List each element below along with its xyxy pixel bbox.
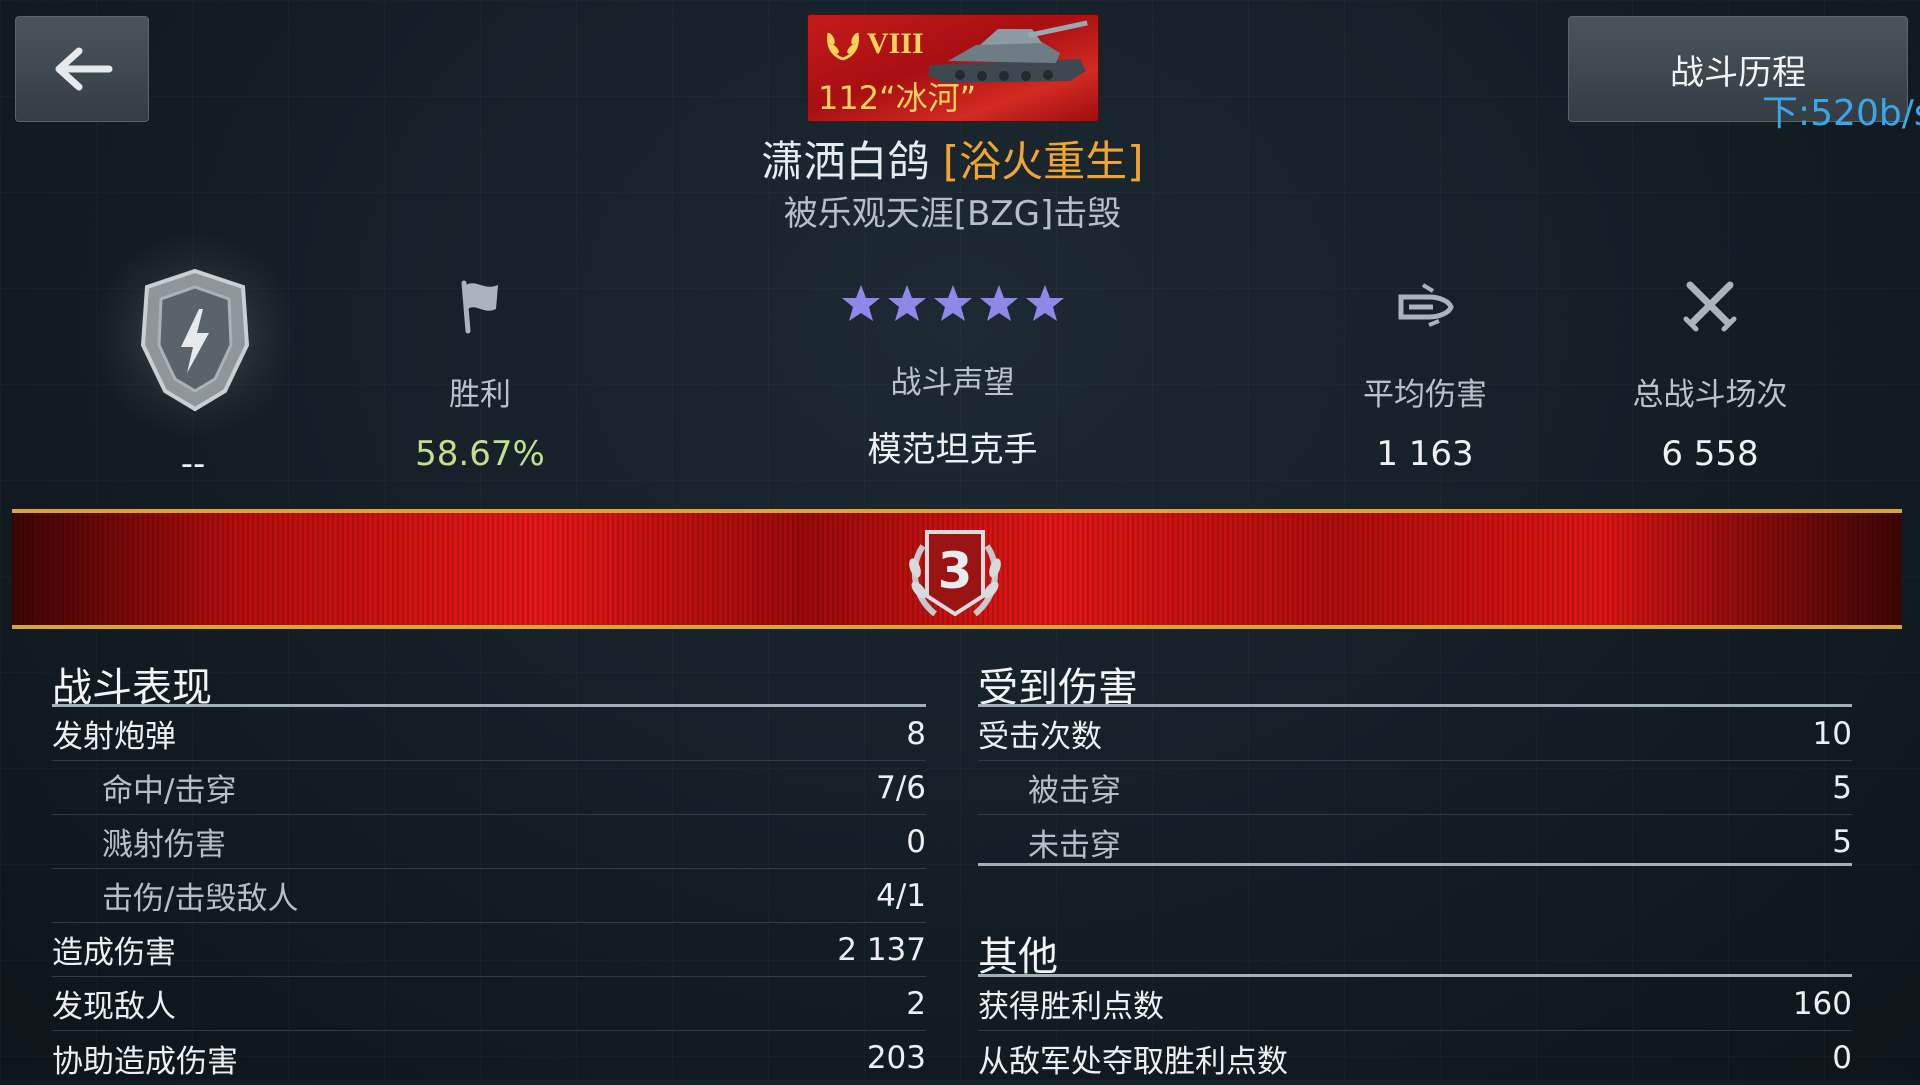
stat-row: 协助造成伤害 203 [52,1031,926,1085]
arrow-left-icon [55,47,113,91]
wins-value: 58.67% [415,434,545,474]
stat-row-label: 命中/击穿 [102,773,237,809]
tank-name: 112“冰河” [818,79,977,117]
star-icon [1025,285,1064,321]
total-battles-value: 6 558 [1661,434,1759,474]
mastery-badge-icon[interactable]: 3 [903,526,1007,626]
stat-row: 发射炮弹 8 [52,707,926,761]
stat-row: 发现敌人 2 [52,977,926,1031]
stat-row-value: 8 [906,715,926,752]
stat-row-value: 10 [1812,715,1852,752]
star-icon [933,285,972,321]
stat-row-value: 2 137 [837,931,926,968]
star-icon [979,285,1018,321]
stat-row-label: 溅射伤害 [102,827,226,863]
stat-row: 命中/击穿 7/6 [52,761,926,815]
avg-damage-label: 平均伤害 [1363,377,1487,413]
total-battles-stat: 总战斗场次 6 558 [1610,275,1810,474]
player-name: 潇洒白鸽 [761,137,930,186]
stat-row-value: 0 [906,823,926,860]
stat-row: 受击次数 10 [978,707,1852,761]
stat-row-value: 0 [1832,1040,1852,1076]
reputation-value: 模范坦克手 [867,430,1038,470]
stat-row: 未击穿 5 [978,815,1852,869]
stat-row: 溅射伤害 0 [52,815,926,869]
stat-row-label: 发现敌人 [52,989,176,1025]
stat-row-label: 被击穿 [1028,773,1121,809]
shell-icon [1398,283,1454,327]
flag-icon [461,280,498,334]
reputation-stars [800,283,1105,331]
stat-row: 被击穿 5 [978,761,1852,815]
avg-damage-stat: 平均伤害 1 163 [1325,275,1525,474]
stat-row-value: 5 [1832,769,1852,806]
rank-value: -- [180,444,206,484]
star-icon [841,285,880,321]
player-name-line: 潇洒白鸽 [浴火重生] [0,128,1905,189]
reputation-stat: 战斗声望 模范坦克手 [800,283,1105,471]
stat-row-label: 未击穿 [1028,827,1121,864]
stat-row-label: 击伤/击毁敌人 [102,881,299,917]
tank-banner: VIII 112“冰河” [807,14,1099,122]
received-bottom-rule [978,863,1852,866]
star-icon [887,285,926,321]
stat-row-label: 造成伤害 [52,935,176,971]
stat-row-label: 协助造成伤害 [52,1043,238,1080]
stat-row: 从敌军处夺取胜利点数 0 [978,1031,1852,1085]
tank-tier: VIII [823,25,924,63]
player-clan[interactable]: [浴火重生] [943,137,1144,186]
back-button[interactable] [15,16,149,122]
mastery-number: 3 [938,542,973,600]
reputation-label: 战斗声望 [890,365,1015,401]
wins-stat: 胜利 58.67% [380,275,580,474]
rank-shield-icon [140,268,250,412]
avg-damage-value: 1 163 [1376,434,1474,474]
stat-row: 获得胜利点数 160 [978,977,1852,1031]
tier-label: VIII [867,27,924,60]
wins-label: 胜利 [449,377,511,413]
stat-row-label: 受击次数 [978,719,1102,755]
stat-row-label: 从敌军处夺取胜利点数 [978,1043,1288,1080]
crossed-swords-icon [1683,281,1737,332]
rank-stat: -- [113,444,273,484]
stat-row-value: 2 [906,985,926,1022]
stat-row: 击伤/击毁敌人 4/1 [52,869,926,923]
stat-row-label: 获得胜利点数 [978,989,1164,1025]
stat-row-value: 4/1 [876,877,926,914]
stat-row-value: 203 [866,1040,926,1076]
stat-row: 造成伤害 2 137 [52,923,926,977]
total-battles-label: 总战斗场次 [1632,377,1788,413]
stat-row-value: 160 [1792,985,1852,1022]
laurel-icon [827,32,859,61]
stat-row-label: 发射炮弹 [52,719,176,755]
stat-row-value: 7/6 [876,769,926,806]
stat-row-value: 5 [1832,824,1852,860]
